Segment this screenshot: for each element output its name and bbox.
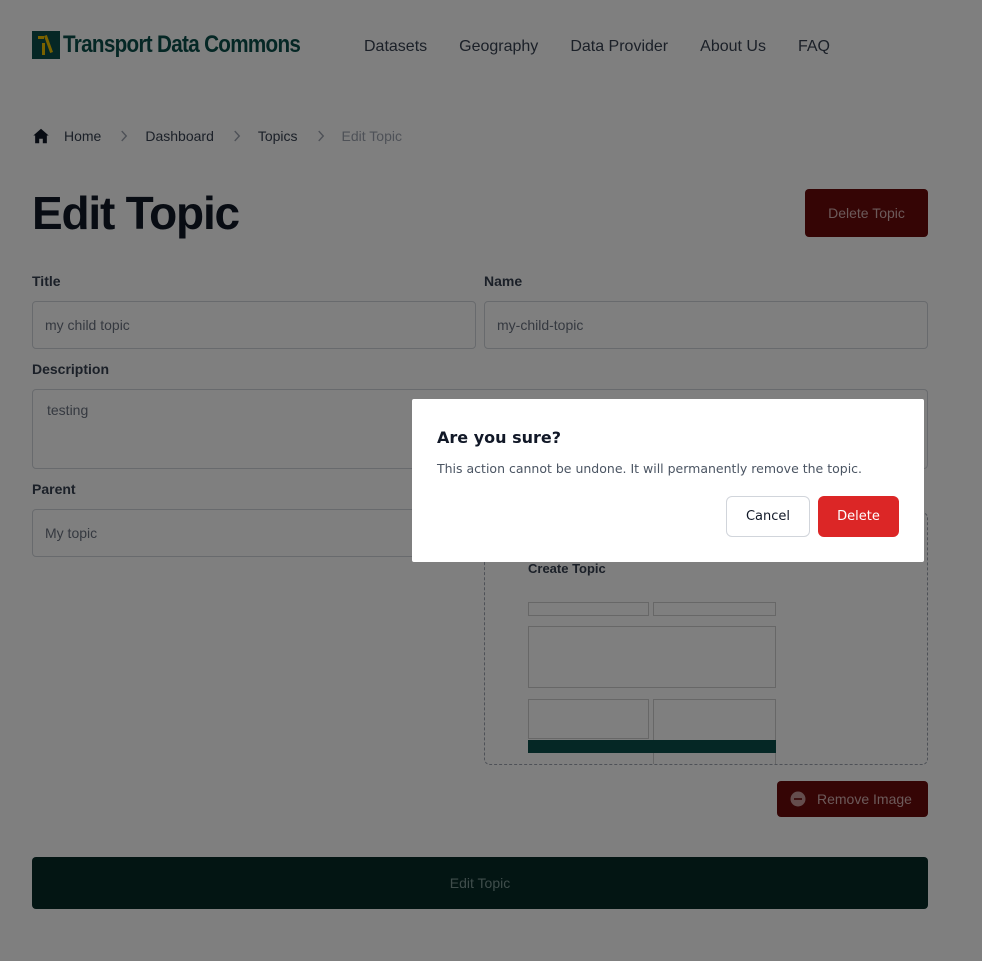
cancel-button[interactable]: Cancel	[726, 496, 810, 537]
confirm-delete-button[interactable]: Delete	[818, 496, 899, 537]
dialog-message: This action cannot be undone. It will pe…	[437, 461, 863, 476]
dialog-title: Are you sure?	[437, 428, 562, 447]
confirm-delete-dialog: Are you sure? This action cannot be undo…	[412, 399, 924, 562]
